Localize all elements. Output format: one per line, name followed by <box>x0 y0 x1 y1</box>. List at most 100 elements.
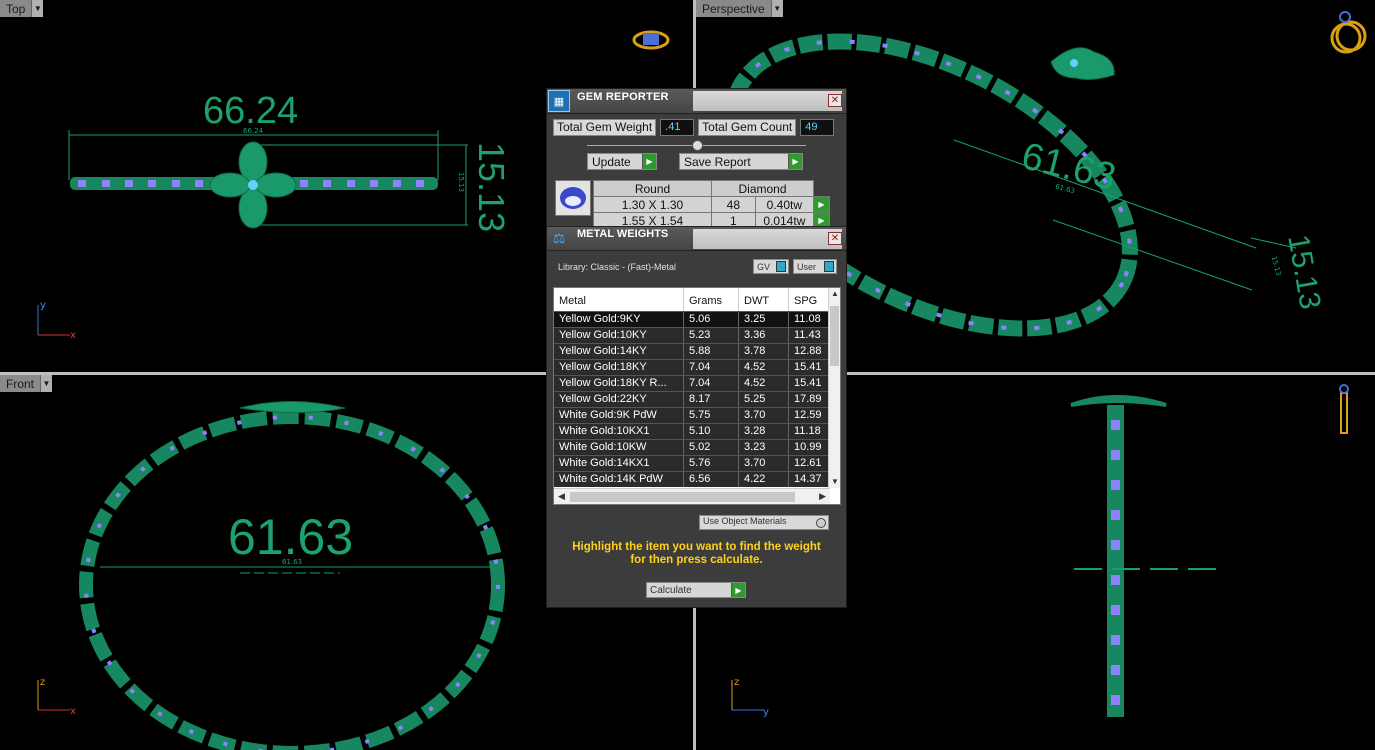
cell-metal: White Gold:10KX1 <box>554 424 684 439</box>
gem-material-header: Diamond <box>711 180 814 197</box>
update-button[interactable]: Update ▶ <box>587 153 657 170</box>
cell-grams: 7.04 <box>684 376 739 391</box>
gem-row[interactable]: 1.30 X 1.30 48 0.40tw ▶ <box>593 196 830 213</box>
metal-weights-table[interactable]: Metal Grams DWT SPG Yellow Gold:9KY 5.06 3… <box>553 287 841 505</box>
viewport-label-text: Front <box>6 376 35 391</box>
titlebar-drag-area[interactable] <box>693 229 842 249</box>
cell-grams: 6.56 <box>684 472 739 487</box>
top-dimension-small: 66.24 <box>243 127 264 135</box>
viewport-label-text: Top <box>6 1 26 16</box>
gem-reporter-title: GEM REPORTER <box>577 91 669 103</box>
radio-button[interactable] <box>816 518 826 528</box>
chevron-left-icon[interactable]: ◀ <box>558 491 565 502</box>
user-toggle-label: User <box>797 261 817 272</box>
instruction-text: Highlight the item you want to find the … <box>547 541 846 567</box>
cell-dwt: 5.25 <box>739 392 789 407</box>
horizontal-scrollbar[interactable]: ◀ ▶ <box>554 488 830 504</box>
metal-weights-logo-icon: ⚖ <box>552 230 566 246</box>
table-row[interactable]: White Gold:10KW 5.02 3.23 10.99 <box>554 439 840 455</box>
slider-knob[interactable] <box>692 140 703 151</box>
chevron-down-icon[interactable]: ▼ <box>40 375 53 392</box>
cell-dwt: 3.78 <box>739 344 789 359</box>
scrollbar-thumb[interactable] <box>570 492 795 502</box>
close-icon[interactable]: ✕ <box>828 94 842 107</box>
cell-spg: 11.08 <box>789 312 831 327</box>
cell-spg: 12.61 <box>789 456 831 471</box>
cell-grams: 8.17 <box>684 392 739 407</box>
viewport-label-front[interactable]: Front ▼ <box>0 375 53 392</box>
play-arrow-icon: ▶ <box>788 154 802 169</box>
viewport-label-top[interactable]: Top ▼ <box>0 0 44 17</box>
gem-reporter-logo-icon: ▦ <box>548 90 570 112</box>
chevron-down-icon[interactable]: ▼ <box>829 476 841 488</box>
column-header-grams[interactable]: Grams <box>684 288 739 311</box>
table-body: Yellow Gold:9KY 5.06 3.25 11.08 Yellow Gold:… <box>554 311 840 487</box>
table-row[interactable]: Yellow Gold:22KY 8.17 5.25 17.89 <box>554 391 840 407</box>
use-object-materials-label: Use Object Materials <box>703 516 787 526</box>
metal-weights-titlebar[interactable]: ⚖ METAL WEIGHTS ✕ <box>547 226 846 251</box>
cell-metal: Yellow Gold:14KY <box>554 344 684 359</box>
gem-table: Round Diamond 1.30 X 1.30 48 0.40tw ▶ 1.… <box>555 180 840 230</box>
update-button-label: Update <box>592 154 631 169</box>
cell-grams: 5.23 <box>684 328 739 343</box>
table-row[interactable]: White Gold:14KX1 5.76 3.70 12.61 <box>554 455 840 471</box>
cell-metal: Yellow Gold:18KY R... <box>554 376 684 391</box>
chevron-up-icon[interactable]: ▲ <box>829 288 841 300</box>
cell-spg: 15.41 <box>789 360 831 375</box>
front-dimension-small: 61.63 <box>282 558 303 566</box>
cell-spg: 12.88 <box>789 344 831 359</box>
calculate-button[interactable]: Calculate ▶ <box>646 582 746 598</box>
titlebar-drag-area[interactable] <box>693 91 842 111</box>
scrollbar-thumb[interactable] <box>830 306 839 366</box>
cell-metal: White Gold:9K PdW <box>554 408 684 423</box>
gem-slider[interactable] <box>547 139 846 151</box>
close-icon[interactable]: ✕ <box>828 232 842 245</box>
table-row[interactable]: Yellow Gold:18KY 7.04 4.52 15.41 <box>554 359 840 375</box>
total-gem-weight-label: Total Gem Weight <box>553 119 657 136</box>
instruction-line-2: for then press calculate. <box>630 554 763 566</box>
svg-text:x: x <box>70 330 76 341</box>
gem-reporter-titlebar[interactable]: ▦ GEM REPORTER ✕ <box>547 89 846 114</box>
metal-weights-title: METAL WEIGHTS <box>577 228 669 240</box>
table-row[interactable]: Yellow Gold:10KY 5.23 3.36 11.43 <box>554 327 840 343</box>
vertical-scrollbar[interactable]: ▲ ▼ <box>828 288 840 488</box>
calculate-button-label: Calculate <box>650 584 692 596</box>
viewport-label-perspective[interactable]: Perspective ▼ <box>696 0 783 17</box>
total-gem-weight-value: .41 <box>660 119 695 136</box>
total-gem-count-label: Total Gem Count <box>698 119 797 136</box>
chevron-right-icon[interactable]: ▶ <box>819 491 826 502</box>
table-row[interactable]: White Gold:14K PdW 6.56 4.22 14.37 <box>554 471 840 487</box>
use-object-materials-option[interactable]: Use Object Materials <box>699 515 829 530</box>
table-row[interactable]: White Gold:9K PdW 5.75 3.70 12.59 <box>554 407 840 423</box>
cell-dwt: 3.36 <box>739 328 789 343</box>
cell-spg: 11.18 <box>789 424 831 439</box>
cell-dwt: 3.70 <box>739 408 789 423</box>
table-row[interactable]: Yellow Gold:9KY 5.06 3.25 11.08 <box>554 311 840 327</box>
play-arrow-icon: ▶ <box>731 583 745 597</box>
cell-grams: 5.75 <box>684 408 739 423</box>
play-arrow-icon[interactable]: ▶ <box>813 196 830 213</box>
cell-spg: 17.89 <box>789 392 831 407</box>
column-header-spg[interactable]: SPG <box>789 288 831 311</box>
cell-metal: Yellow Gold:18KY <box>554 360 684 375</box>
cell-spg: 11.43 <box>789 328 831 343</box>
user-toggle[interactable]: User <box>793 259 837 274</box>
gem-size: 1.30 X 1.30 <box>593 196 712 213</box>
cell-spg: 10.99 <box>789 440 831 455</box>
gem-shape-header: Round <box>593 180 712 197</box>
column-header-dwt[interactable]: DWT <box>739 288 789 311</box>
cell-grams: 7.04 <box>684 360 739 375</box>
chevron-down-icon[interactable]: ▼ <box>31 0 44 17</box>
cell-metal: Yellow Gold:10KY <box>554 328 684 343</box>
chevron-down-icon[interactable]: ▼ <box>770 0 783 17</box>
gv-toggle[interactable]: GV <box>753 259 789 274</box>
cell-metal: White Gold:14KX1 <box>554 456 684 471</box>
table-row[interactable]: White Gold:10KX1 5.10 3.28 11.18 <box>554 423 840 439</box>
table-row[interactable]: Yellow Gold:18KY R... 7.04 4.52 15.41 <box>554 375 840 391</box>
column-header-metal[interactable]: Metal <box>554 288 684 311</box>
library-label: Library: Classic - (Fast)-Metal <box>558 262 677 272</box>
top-side-dimension-small: 15.13 <box>457 172 465 193</box>
total-gem-count-value: 49 <box>800 119 835 136</box>
table-row[interactable]: Yellow Gold:14KY 5.88 3.78 12.88 <box>554 343 840 359</box>
save-report-button[interactable]: Save Report ▶ <box>679 153 803 170</box>
